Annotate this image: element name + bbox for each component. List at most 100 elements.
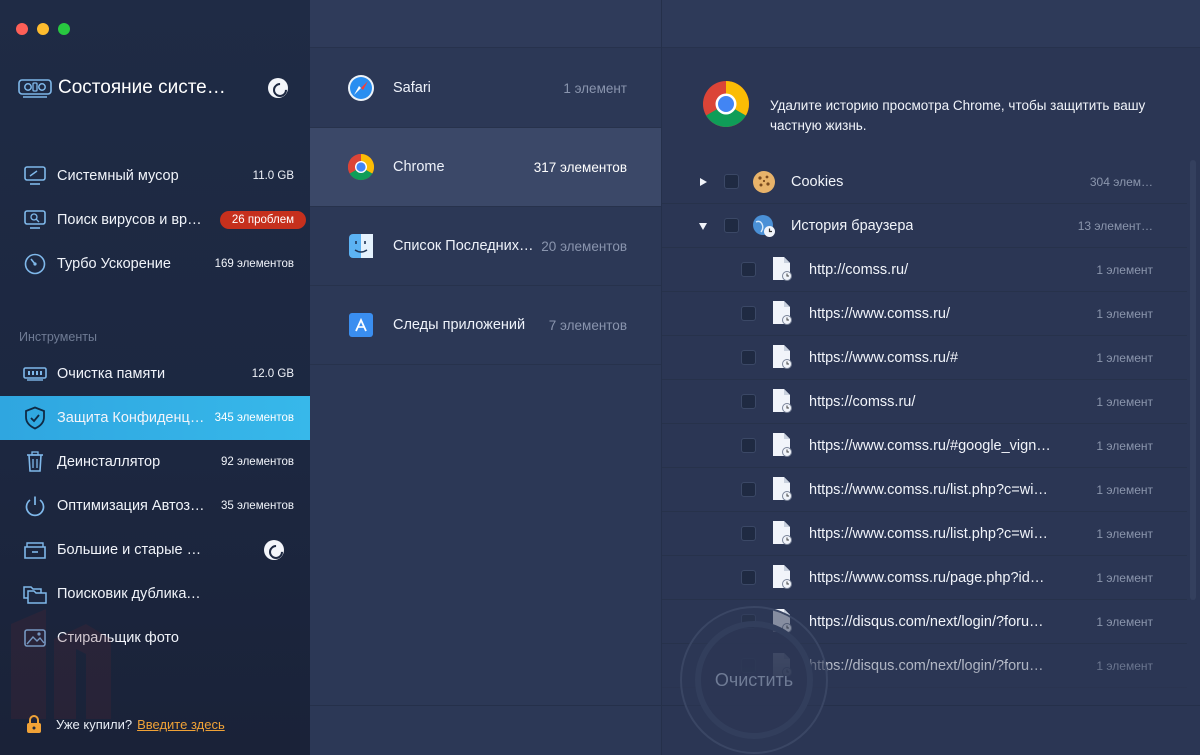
close-window-button[interactable] — [16, 23, 28, 35]
sidebar-item-virus-scan[interactable]: Поиск вирусов и вре… 26 проблем — [0, 198, 310, 242]
enter-license-link[interactable]: Введите здесь — [137, 717, 225, 732]
history-entry-row[interactable]: http://comss.ru/1 элемент — [662, 248, 1187, 292]
details-header — [662, 0, 1200, 48]
history-count: 1 элемент — [1096, 659, 1153, 673]
browser-name: Следы приложений — [393, 317, 526, 333]
history-entry-row[interactable]: https://www.comss.ru/# 1 элемент — [662, 336, 1187, 380]
history-count: 1 элемент — [1096, 395, 1153, 409]
tools-section-label: Инструменты — [19, 330, 97, 344]
sidebar-item-large-old-files[interactable]: Большие и старые фа… — [0, 528, 310, 572]
panel-header — [310, 0, 661, 48]
history-count: 1 элемент — [1096, 439, 1153, 453]
history-url: https://comss.ru/ — [809, 394, 916, 410]
history-url: https://www.comss.ru/#google_vign… — [809, 438, 1051, 454]
history-url: https://disqus.com/next/login/?foru… — [809, 614, 1044, 630]
group-row-cookies[interactable]: Cookies 304 элем… — [662, 160, 1187, 204]
checkbox[interactable] — [741, 438, 756, 453]
browser-row-chrome[interactable]: Chrome 317 элементов — [310, 128, 661, 207]
history-url: https://www.comss.ru/page.php?id… — [809, 570, 1045, 586]
checkbox[interactable] — [741, 526, 756, 541]
sidebar-item-label: Оптимизация Автоза… — [57, 498, 207, 514]
sidebar-item-label: Защита Конфиденциа… — [57, 410, 207, 426]
history-url: https://www.comss.ru/# — [809, 350, 959, 366]
document-icon — [770, 432, 794, 458]
history-entry-row[interactable]: https://comss.ru/1 элемент — [662, 380, 1187, 424]
scrollbar[interactable] — [1190, 160, 1196, 600]
lock-icon — [27, 715, 41, 733]
group-label: История браузера — [791, 218, 914, 234]
history-url: https://disqus.com/next/login/?foru… — [809, 658, 1044, 674]
zoom-window-button[interactable] — [58, 23, 70, 35]
gauge-icon[interactable] — [268, 78, 288, 98]
browser-row-safari[interactable]: Safari 1 элемент — [310, 49, 661, 128]
document-icon — [770, 520, 794, 546]
sidebar-item-label: Деинсталлятор — [57, 454, 161, 470]
group-row-browser-history[interactable]: История браузера 13 элемент… — [662, 204, 1187, 248]
already-bought-text: Уже купили? — [56, 716, 133, 732]
document-icon — [770, 344, 794, 370]
sidebar-item-label: Системный мусор — [57, 168, 179, 184]
group-count: 13 элемент… — [1077, 219, 1153, 233]
clean-button[interactable]: Очистить — [695, 621, 813, 739]
history-url: http://comss.ru/ — [809, 262, 909, 278]
power-icon — [22, 493, 48, 519]
sidebar-item-label: Поиск вирусов и вре… — [57, 212, 207, 228]
collapse-triangle-icon[interactable] — [698, 221, 708, 231]
document-icon — [770, 256, 794, 282]
checkbox[interactable] — [741, 570, 756, 585]
sidebar-item-startup-optimization[interactable]: Оптимизация Автоза… 35 элементов — [0, 484, 310, 528]
document-icon — [770, 300, 794, 326]
checkbox[interactable] — [724, 218, 739, 233]
window-controls — [16, 23, 70, 35]
checkbox[interactable] — [741, 482, 756, 497]
sidebar-item-uninstaller[interactable]: Деинсталлятор 92 элементов — [0, 440, 310, 484]
monitor-icon — [22, 163, 48, 189]
sidebar-item-value: 35 элементов — [220, 500, 294, 512]
sidebar-item-turbo-boost[interactable]: Турбо Ускорение 169 элементов — [0, 242, 310, 286]
expand-triangle-icon[interactable] — [698, 177, 708, 187]
checkbox[interactable] — [741, 394, 756, 409]
browser-row-recent-items[interactable]: Список Последних… 20 элементов — [310, 207, 661, 286]
history-count: 1 элемент — [1096, 263, 1153, 277]
history-count: 1 элемент — [1096, 571, 1153, 585]
checkbox[interactable] — [741, 306, 756, 321]
already-bought-row: Уже купили? Введите здесь — [26, 714, 225, 734]
history-url: https://www.comss.ru/list.php?c=wi… — [809, 482, 1048, 498]
memory-chip-icon — [22, 361, 48, 387]
minimize-window-button[interactable] — [37, 23, 49, 35]
history-entry-row[interactable]: https://www.comss.ru/list.php?c=wi… 1 эле… — [662, 468, 1187, 512]
sidebar: Состояние систе… Системный мусор 11.0 GB… — [0, 0, 310, 755]
group-label: Cookies — [791, 174, 844, 190]
history-entry-row[interactable]: https://www.comss.ru/#google_vign… 1 элем… — [662, 424, 1187, 468]
browser-count: 7 элементов — [548, 317, 627, 333]
sidebar-item-system-junk[interactable]: Системный мусор 11.0 GB — [0, 154, 310, 198]
history-url: https://www.comss.ru/ — [809, 306, 951, 322]
group-count: 304 элем… — [1089, 175, 1153, 189]
system-status-title: Состояние систе… — [58, 77, 226, 98]
history-count: 1 элемент — [1096, 615, 1153, 629]
chrome-large-icon — [703, 81, 749, 127]
browser-name: Список Последних… — [393, 238, 534, 254]
history-entry-row[interactable]: https://www.comss.ru/list.php?c=wi… 1 эле… — [662, 512, 1187, 556]
finder-icon — [347, 232, 375, 260]
history-entry-row[interactable]: https://www.comss.ru/1 элемент — [662, 292, 1187, 336]
gauge-icon[interactable] — [264, 540, 284, 560]
checkbox[interactable] — [741, 262, 756, 277]
checkbox[interactable] — [741, 350, 756, 365]
document-icon — [770, 476, 794, 502]
history-count: 1 элемент — [1096, 307, 1153, 321]
checkbox[interactable] — [724, 174, 739, 189]
sidebar-item-memory-clean[interactable]: Очистка памяти 12.0 GB — [0, 352, 310, 396]
history-count: 1 элемент — [1096, 527, 1153, 541]
history-count: 1 элемент — [1096, 483, 1153, 497]
system-status-item[interactable]: Состояние систе… — [18, 72, 290, 104]
browser-row-app-traces[interactable]: Следы приложений 7 элементов — [310, 286, 661, 365]
sidebar-item-value: 169 элементов — [214, 258, 294, 270]
history-entry-row[interactable]: https://www.comss.ru/page.php?id… 1 элеме… — [662, 556, 1187, 600]
sidebar-item-privacy[interactable]: Защита Конфиденциа… 345 элементов — [0, 396, 310, 440]
speedometer-icon — [22, 251, 48, 277]
history-globe-icon — [752, 213, 776, 239]
safari-icon — [347, 74, 375, 102]
system-status-icon — [18, 79, 52, 98]
sidebar-item-value: 11.0 GB — [252, 170, 294, 182]
